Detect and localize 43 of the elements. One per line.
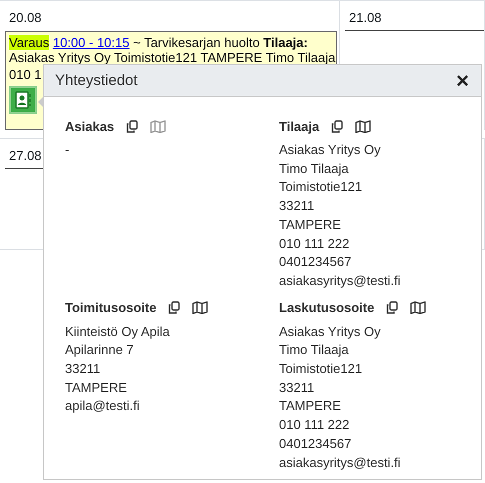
- contact-card-icon[interactable]: [9, 86, 37, 114]
- contact-detail: 33211: [279, 378, 316, 397]
- contact-detail: asiakasyritys@testi.fi: [279, 272, 402, 290]
- contact-detail: Apilarinne 7: [65, 341, 135, 360]
- contact-detail: Kiinteistö Oy Apila: [65, 322, 171, 341]
- contact-detail: TAMPERE: [279, 397, 342, 416]
- contact-detail: apila@testi.fi: [65, 397, 141, 416]
- contact-detail: TAMPERE: [65, 378, 128, 397]
- time-link[interactable]: 10:00 - 10:15: [52, 35, 130, 50]
- date-label: 20.08: [8, 10, 43, 27]
- section-heading: Asiakas: [65, 118, 114, 134]
- close-button[interactable]: ×: [456, 70, 469, 92]
- map-icon[interactable]: [355, 120, 372, 132]
- copy-icon[interactable]: [386, 301, 398, 314]
- contact-detail: Timo Tilaaja: [279, 341, 350, 360]
- copy-icon[interactable]: [126, 120, 138, 132]
- contact-detail: 33211: [279, 197, 316, 216]
- event-title: ~ Tarvikesarjan huolto Tilaaja:: [132, 35, 308, 50]
- contact-detail: 0401234567: [279, 434, 352, 453]
- event-text-line: Asiakas Yritys Oy Toimistotie121 TAMPERE Timo Tilaaja: [9, 50, 333, 65]
- contact-detail: Timo Tilaaja: [279, 160, 350, 178]
- contact-detail: -: [65, 141, 70, 159]
- contact-detail: Asiakas Yritys Oy: [279, 141, 382, 159]
- contact-detail: 0401234567: [279, 253, 352, 272]
- event-type-label: Varaus: [9, 35, 50, 50]
- map-icon[interactable]: [192, 301, 208, 314]
- map-icon[interactable]: [410, 301, 426, 314]
- contact-detail: asiakasyritys@testi.fi: [279, 454, 402, 472]
- section-heading: Toimitusosoite: [65, 300, 156, 316]
- popup-title: Yhteystiedot: [55, 72, 138, 89]
- copy-icon[interactable]: [331, 120, 344, 132]
- contact-detail: Asiakas Yritys Oy: [279, 322, 382, 341]
- contact-detail: 010 111 222: [279, 234, 350, 253]
- contact-detail: Toimistotie121: [279, 178, 364, 196]
- copy-icon[interactable]: [168, 301, 180, 314]
- contact-detail: 33211: [65, 360, 102, 378]
- section-heading: Tilaaja: [279, 118, 320, 134]
- contact-detail: 010 111 222: [279, 416, 350, 434]
- section-heading: Laskutusosoite: [279, 300, 374, 316]
- contact-detail: Toimistotie121: [279, 360, 364, 378]
- event-text-line: 010 1: [9, 67, 42, 82]
- date-label: 21.08: [345, 10, 484, 31]
- contact-detail: TAMPERE: [279, 216, 342, 234]
